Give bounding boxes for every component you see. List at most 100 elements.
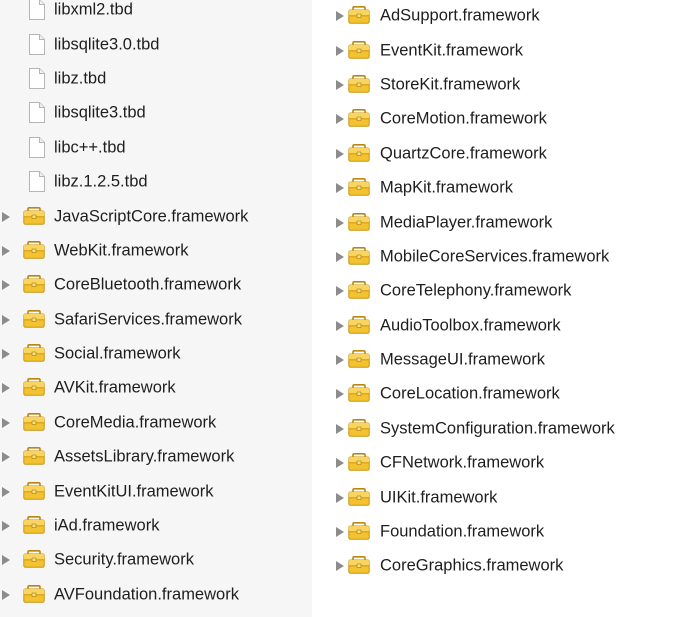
toolbox-folder-icon — [348, 453, 370, 471]
disclosure-triangle-icon[interactable] — [2, 349, 10, 360]
toolbox-folder-icon — [23, 344, 45, 362]
disclosure-triangle-icon[interactable] — [336, 423, 344, 434]
framework-name: JavaScriptCore.framework — [54, 207, 249, 226]
document-icon — [29, 67, 45, 89]
framework-name: MapKit.framework — [380, 178, 513, 197]
framework-name: Security.framework — [54, 550, 194, 569]
file-name: libz.tbd — [54, 69, 107, 88]
toolbox-folder-icon — [23, 240, 45, 259]
toolbox-folder-icon — [348, 143, 370, 162]
framework-name: AudioToolbox.framework — [380, 316, 561, 335]
disclosure-triangle-icon[interactable] — [336, 183, 344, 194]
document-icon — [29, 102, 45, 124]
toolbox-folder-icon — [23, 378, 45, 397]
framework-name: SystemConfiguration.framework — [380, 419, 615, 438]
framework-name: iAd.framework — [54, 516, 160, 535]
framework-name: QuartzCore.framework — [380, 144, 547, 163]
disclosure-triangle-icon[interactable] — [336, 389, 344, 400]
disclosure-triangle-icon[interactable] — [2, 211, 10, 222]
toolbox-folder-icon — [348, 522, 370, 540]
framework-name: CFNetwork.framework — [380, 453, 545, 472]
disclosure-triangle-icon[interactable] — [2, 452, 10, 463]
toolbox-folder-icon — [348, 418, 370, 437]
toolbox-folder-icon — [348, 384, 370, 403]
framework-name: Social.framework — [54, 344, 181, 363]
disclosure-triangle-icon[interactable] — [336, 492, 344, 503]
disclosure-triangle-icon[interactable] — [2, 417, 10, 428]
framework-name: CoreTelephony.framework — [380, 281, 572, 300]
framework-name: AVFoundation.framework — [54, 585, 239, 604]
framework-name: CoreLocation.framework — [380, 384, 560, 403]
framework-name: CoreMedia.framework — [54, 413, 217, 432]
document-icon — [29, 136, 45, 158]
disclosure-triangle-icon[interactable] — [336, 251, 344, 262]
toolbox-folder-icon — [23, 550, 45, 569]
toolbox-folder-icon — [348, 178, 370, 196]
toolbox-folder-icon — [23, 206, 45, 225]
file-name: libsqlite3.0.tbd — [54, 35, 160, 54]
framework-name: CoreMotion.framework — [380, 109, 547, 128]
toolbox-folder-icon — [23, 516, 45, 534]
framework-name: AssetsLibrary.framework — [54, 447, 235, 466]
disclosure-triangle-icon[interactable] — [336, 79, 344, 90]
document-icon — [29, 0, 45, 21]
disclosure-triangle-icon[interactable] — [336, 217, 344, 228]
toolbox-folder-icon — [348, 246, 370, 265]
file-name: libxml2.tbd — [54, 0, 133, 19]
framework-name: MessageUI.framework — [380, 350, 546, 369]
toolbox-folder-icon — [23, 481, 45, 500]
disclosure-triangle-icon[interactable] — [336, 286, 344, 297]
right-file-list-pane: AdSupport.framework EventKit.framework S… — [312, 0, 680, 617]
framework-name: CoreGraphics.framework — [380, 556, 564, 575]
disclosure-triangle-icon[interactable] — [2, 245, 10, 256]
toolbox-folder-icon — [348, 6, 370, 24]
toolbox-folder-icon — [23, 309, 45, 328]
toolbox-folder-icon — [23, 447, 45, 465]
disclosure-triangle-icon[interactable] — [336, 148, 344, 159]
file-name: libc++.tbd — [54, 138, 126, 157]
file-name: libsqlite3.tbd — [54, 103, 146, 122]
disclosure-triangle-icon[interactable] — [336, 45, 344, 56]
framework-name: AdSupport.framework — [380, 6, 540, 25]
left-file-list-pane: libxml2.tbd libsqlite3.0.tbd libz.tbd li… — [0, 0, 312, 617]
framework-name: SafariServices.framework — [54, 310, 242, 329]
framework-name: StoreKit.framework — [380, 75, 521, 94]
disclosure-triangle-icon[interactable] — [336, 355, 344, 366]
framework-name: MobileCoreServices.framework — [380, 247, 610, 266]
document-icon — [29, 171, 45, 193]
document-icon — [29, 33, 45, 55]
disclosure-triangle-icon[interactable] — [2, 486, 10, 497]
toolbox-folder-icon — [348, 315, 370, 334]
disclosure-triangle-icon[interactable] — [336, 458, 344, 469]
disclosure-triangle-icon[interactable] — [336, 11, 344, 22]
framework-name: AVKit.framework — [54, 378, 176, 397]
disclosure-triangle-icon[interactable] — [336, 320, 344, 331]
framework-name: EventKitUI.framework — [54, 482, 214, 501]
toolbox-folder-icon — [348, 212, 370, 231]
disclosure-triangle-icon[interactable] — [336, 527, 344, 538]
toolbox-folder-icon — [23, 584, 45, 603]
disclosure-triangle-icon[interactable] — [2, 383, 10, 394]
framework-name: MediaPlayer.framework — [380, 213, 553, 232]
disclosure-triangle-icon[interactable] — [336, 114, 344, 125]
disclosure-triangle-icon[interactable] — [336, 561, 344, 572]
framework-name: Foundation.framework — [380, 522, 545, 541]
toolbox-folder-icon — [23, 412, 45, 431]
disclosure-triangle-icon[interactable] — [2, 521, 10, 532]
framework-name: WebKit.framework — [54, 241, 189, 260]
disclosure-triangle-icon[interactable] — [2, 314, 10, 325]
toolbox-folder-icon — [348, 281, 370, 300]
toolbox-folder-icon — [348, 109, 370, 128]
toolbox-folder-icon — [348, 350, 370, 368]
framework-name: CoreBluetooth.framework — [54, 275, 242, 294]
toolbox-folder-icon — [23, 275, 45, 294]
framework-name: UIKit.framework — [380, 488, 498, 507]
disclosure-triangle-icon[interactable] — [2, 589, 10, 600]
toolbox-folder-icon — [348, 74, 370, 93]
toolbox-folder-icon — [348, 556, 370, 575]
framework-name: EventKit.framework — [380, 41, 524, 60]
disclosure-triangle-icon[interactable] — [2, 555, 10, 566]
toolbox-folder-icon — [348, 487, 370, 506]
file-name: libz.1.2.5.tbd — [54, 172, 148, 191]
disclosure-triangle-icon[interactable] — [2, 280, 10, 291]
